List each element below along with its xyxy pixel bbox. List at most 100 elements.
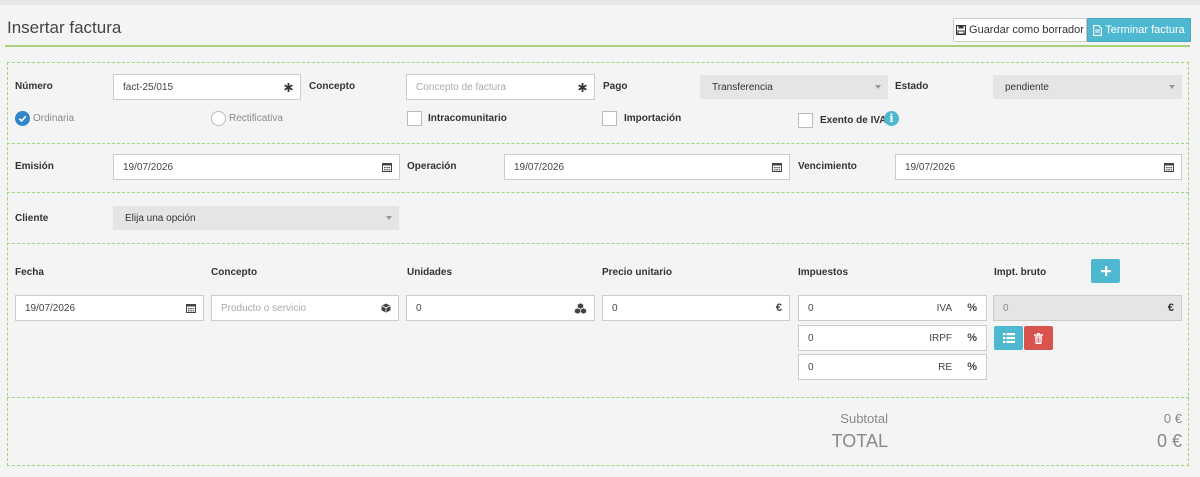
pago-label: Pago	[603, 81, 628, 92]
asterisk-icon	[284, 75, 293, 99]
numero-label: Número	[15, 81, 53, 92]
operacion-value: 19/07/2026	[514, 161, 565, 173]
chevron-down-icon	[875, 85, 881, 89]
tax-re-value: 0	[808, 362, 814, 373]
top-strip	[0, 0, 1200, 5]
numero-value: fact-25/015	[123, 81, 174, 93]
operacion-label: Operación	[407, 161, 457, 172]
euro-icon: €	[775, 302, 782, 314]
percent-icon: %	[967, 332, 977, 344]
col-header-impuestos: Impuestos	[798, 267, 849, 278]
cubes-icon	[574, 296, 587, 320]
emision-date-input[interactable]: 19/07/2026	[113, 154, 400, 180]
emision-value: 19/07/2026	[123, 161, 174, 173]
total-label: TOTAL	[831, 431, 888, 451]
chevron-down-icon	[386, 216, 392, 220]
col-header-bruto: Impt. bruto	[994, 267, 1047, 278]
line-precio-input[interactable]: 0 €	[602, 295, 790, 321]
save-draft-label: Guardar como borrador	[969, 24, 1084, 36]
section-divider	[7, 397, 1189, 398]
check-icon	[18, 115, 27, 123]
save-draft-button[interactable]: Guardar como borrador	[953, 18, 1087, 42]
vencimiento-date-input[interactable]: 19/07/2026	[895, 154, 1182, 180]
percent-icon: %	[967, 302, 977, 314]
trash-icon	[1034, 332, 1043, 344]
estado-select[interactable]: pendiente	[993, 75, 1182, 99]
col-header-concepto: Concepto	[211, 267, 258, 278]
calendar-icon[interactable]	[186, 296, 196, 320]
info-icon[interactable]: i	[884, 111, 899, 126]
emision-label: Emisión	[15, 161, 54, 172]
tax-iva-value: 0	[808, 303, 814, 314]
asterisk-icon	[578, 75, 587, 99]
subtotal-value: 0 €	[1163, 411, 1182, 426]
exento-iva-checkbox[interactable]	[798, 113, 813, 128]
line-fecha-value: 19/07/2026	[25, 302, 76, 314]
tax-re-input[interactable]: 0 RE %	[798, 354, 987, 380]
delete-line-button[interactable]	[1024, 326, 1053, 350]
numero-input[interactable]: fact-25/015	[113, 74, 301, 100]
tax-re-name: RE	[938, 362, 952, 373]
concepto-label: Concepto	[309, 81, 356, 92]
cliente-value: Elija una opción	[125, 212, 196, 224]
finish-invoice-button[interactable]: Terminar factura	[1087, 18, 1191, 42]
cliente-label: Cliente	[15, 213, 49, 224]
vencimiento-label: Vencimiento	[798, 161, 857, 172]
tax-irpf-name: IRPF	[929, 333, 952, 344]
file-icon	[1093, 24, 1103, 36]
estado-label: Estado	[895, 81, 929, 92]
finish-invoice-label: Terminar factura	[1105, 24, 1185, 36]
invoice-panel	[7, 62, 1189, 466]
save-icon	[956, 25, 967, 35]
exento-iva-label: Exento de IVA	[820, 115, 887, 126]
calendar-icon[interactable]	[1164, 155, 1174, 179]
total-value: 0 €	[1156, 431, 1182, 451]
tax-irpf-value: 0	[808, 333, 814, 344]
line-unidades-input[interactable]: 0	[406, 295, 595, 321]
rectificativa-label: Rectificativa	[229, 113, 283, 124]
col-header-precio: Precio unitario	[602, 267, 673, 278]
intracomunitario-label: Intracomunitario	[428, 113, 507, 124]
tax-irpf-input[interactable]: 0 IRPF %	[798, 325, 987, 351]
percent-icon: %	[967, 361, 977, 373]
operacion-date-input[interactable]: 19/07/2026	[504, 154, 790, 180]
vencimiento-value: 19/07/2026	[905, 161, 956, 173]
calendar-icon[interactable]	[382, 155, 392, 179]
subtotal-label: Subtotal	[840, 411, 888, 426]
ordinaria-radio[interactable]	[15, 111, 30, 126]
rectificativa-radio[interactable]	[211, 111, 226, 126]
cube-icon	[381, 296, 391, 320]
importacion-label: Importación	[624, 113, 682, 124]
line-details-button[interactable]	[994, 326, 1023, 350]
cliente-select[interactable]: Elija una opción	[113, 206, 399, 230]
line-unidades-value: 0	[416, 302, 422, 314]
line-bruto-input: 0 €	[993, 295, 1182, 321]
concepto-input[interactable]: Concepto de factura	[406, 74, 595, 100]
importacion-checkbox[interactable]	[602, 111, 617, 126]
tax-iva-input[interactable]: 0 IVA %	[798, 295, 987, 321]
line-concepto-placeholder: Producto o servicio	[221, 302, 307, 314]
section-divider	[7, 192, 1189, 193]
section-divider	[7, 243, 1189, 244]
col-header-unidades: Unidades	[407, 267, 453, 278]
page-title: Insertar factura	[7, 18, 122, 37]
chevron-down-icon	[1169, 85, 1175, 89]
list-icon	[1002, 333, 1015, 343]
line-fecha-input[interactable]: 19/07/2026	[15, 295, 204, 321]
concepto-placeholder: Concepto de factura	[416, 81, 507, 93]
line-bruto-value: 0	[1003, 302, 1009, 314]
estado-value: pendiente	[1005, 81, 1049, 93]
calendar-icon[interactable]	[772, 155, 782, 179]
section-divider	[7, 143, 1189, 144]
intracomunitario-checkbox[interactable]	[407, 111, 422, 126]
tax-iva-name: IVA	[936, 303, 952, 314]
line-precio-value: 0	[612, 302, 618, 314]
euro-icon: €	[1167, 302, 1174, 314]
pago-select[interactable]: Transferencia	[700, 75, 888, 99]
pago-value: Transferencia	[712, 81, 773, 93]
title-divider	[5, 45, 1190, 47]
col-header-fecha: Fecha	[15, 267, 44, 278]
line-concepto-input[interactable]: Producto o servicio	[211, 295, 399, 321]
ordinaria-label: Ordinaria	[33, 113, 75, 124]
add-line-button[interactable]	[1091, 259, 1120, 283]
